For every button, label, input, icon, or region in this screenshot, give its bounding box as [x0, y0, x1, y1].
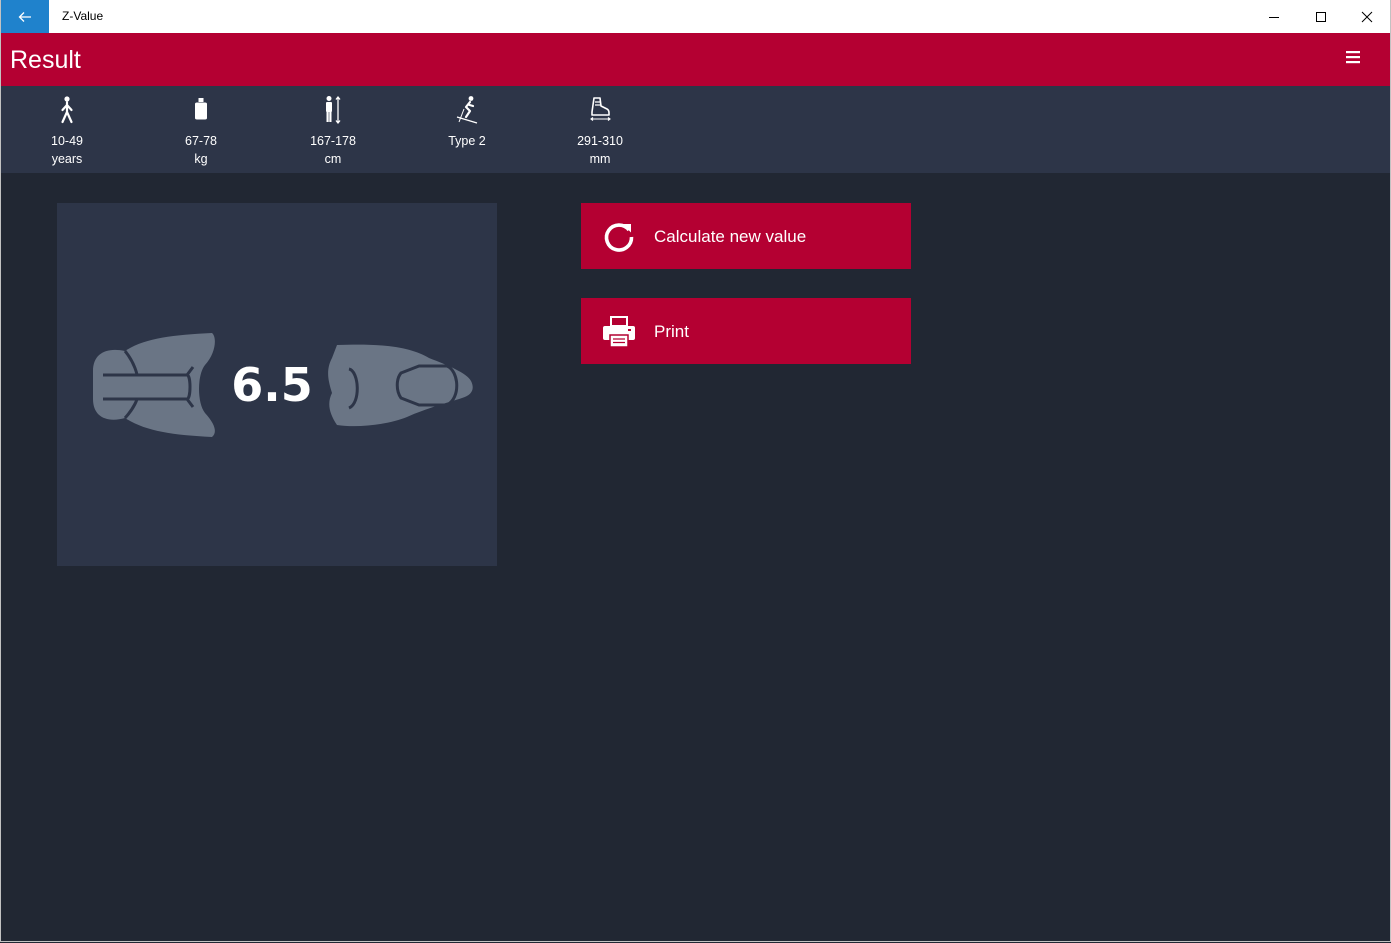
- title-bar: Z-Value: [1, 0, 1390, 33]
- height-icon: [326, 95, 341, 125]
- minimize-icon: [1269, 16, 1279, 18]
- summary-skier-type: Type 2: [417, 86, 517, 173]
- close-icon: [1361, 11, 1373, 22]
- heel-piece-icon: [93, 333, 215, 437]
- printer-icon: [603, 316, 635, 348]
- minimize-button[interactable]: [1251, 0, 1297, 33]
- summary-boot-sole: 291-310 mm: [550, 86, 650, 173]
- result-card: 6.5: [57, 203, 497, 566]
- summary-height: 167-178 cm: [283, 86, 383, 173]
- refresh-icon: [604, 223, 634, 252]
- back-arrow-icon: [18, 11, 31, 22]
- summary-age: 10-49 years: [17, 86, 117, 173]
- summary-weight: 67-78 kg: [151, 86, 251, 173]
- close-button[interactable]: [1344, 0, 1390, 33]
- back-button[interactable]: [1, 0, 49, 33]
- summary-skier-type-value: Type 2: [448, 134, 486, 148]
- app-header: Result: [1, 33, 1390, 86]
- window-title: Z-Value: [62, 9, 104, 23]
- skier-icon: [456, 96, 478, 124]
- print-label: Print: [654, 322, 689, 341]
- summary-height-unit: cm: [324, 152, 342, 166]
- calculate-new-value-button[interactable]: Calculate new value: [581, 203, 911, 269]
- summary-weight-unit: kg: [194, 152, 208, 166]
- menu-button[interactable]: [1342, 47, 1364, 67]
- calculate-new-value-label: Calculate new value: [654, 227, 807, 246]
- weight-icon: [195, 98, 207, 120]
- maximize-icon: [1316, 11, 1326, 22]
- hamburger-menu-icon: [1346, 51, 1360, 64]
- summary-age-value: 10-49: [51, 134, 83, 148]
- walking-person-icon: [61, 96, 73, 124]
- page-title: Result: [10, 46, 81, 74]
- summary-age-unit: years: [51, 152, 83, 166]
- maximize-button[interactable]: [1298, 0, 1344, 33]
- summary-height-value: 167-178: [310, 134, 356, 148]
- toe-piece-icon: [328, 344, 473, 427]
- summary-weight-value: 67-78: [185, 134, 217, 148]
- app-window: Z-Value Result 10-49 years 67-78 kg 167-…: [0, 0, 1391, 942]
- z-value-result: 6.5: [231, 358, 313, 412]
- summary-boot-sole-unit: mm: [589, 152, 611, 166]
- input-summary-bar: 10-49 years 67-78 kg 167-178 cm Type 2 2…: [1, 86, 1390, 173]
- print-button[interactable]: Print: [581, 298, 911, 364]
- ski-boot-icon: [590, 97, 611, 121]
- summary-boot-sole-value: 291-310: [577, 134, 623, 148]
